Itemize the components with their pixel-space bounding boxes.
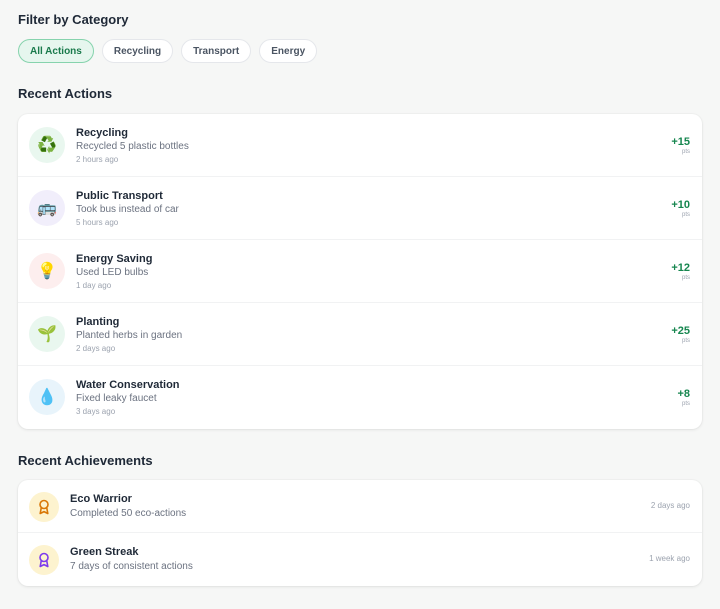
action-title: Planting	[76, 316, 120, 328]
achievement-time: 2 days ago	[650, 501, 690, 510]
achievement-description: 7 days of consistent actions	[70, 561, 193, 572]
lightbulb-icon: 💡	[29, 253, 65, 289]
points-unit: pts	[681, 401, 690, 407]
action-item-recycling[interactable]: ♻️ Recycling Recycled 5 plastic bottles …	[18, 114, 702, 177]
recent-achievements-list: Eco Warrior Completed 50 eco-actions 2 d…	[18, 480, 702, 586]
points-unit: pts	[681, 275, 690, 281]
bus-icon: 🚌	[29, 190, 65, 226]
achievement-item-green-streak[interactable]: Green Streak 7 days of consistent action…	[18, 533, 702, 586]
action-time: 3 days ago	[76, 407, 116, 416]
achievement-time: 1 week ago	[649, 554, 690, 563]
points-value: +25	[671, 325, 690, 337]
achievement-title: Eco Warrior	[70, 493, 132, 505]
achievement-description: Completed 50 eco-actions	[70, 508, 187, 519]
action-item-planting[interactable]: 🌱 Planting Planted herbs in garden 2 day…	[18, 303, 702, 366]
action-description: Used LED bulbs	[76, 267, 149, 278]
action-title: Water Conservation	[76, 379, 180, 391]
points-badge: +10 pts	[671, 199, 690, 219]
action-title: Recycling	[76, 127, 128, 139]
seedling-icon: 🌱	[29, 316, 65, 352]
action-time: 2 hours ago	[76, 155, 119, 164]
action-title: Energy Saving	[76, 253, 153, 265]
action-description: Took bus instead of car	[76, 204, 179, 215]
points-badge: +25 pts	[671, 325, 690, 345]
recent-achievements-heading: Recent Achievements	[18, 453, 153, 468]
action-time: 1 day ago	[76, 281, 112, 290]
action-title: Public Transport	[76, 190, 163, 202]
achievement-title: Green Streak	[70, 546, 139, 558]
action-description: Recycled 5 plastic bottles	[76, 141, 189, 152]
filter-chip-all-actions[interactable]: All Actions	[18, 39, 94, 63]
points-badge: +15 pts	[671, 136, 690, 156]
points-unit: pts	[681, 212, 690, 218]
action-item-water-conservation[interactable]: 💧 Water Conservation Fixed leaky faucet …	[18, 366, 702, 429]
action-time: 5 hours ago	[76, 218, 119, 227]
recent-actions-heading: Recent Actions	[18, 86, 113, 101]
points-unit: pts	[681, 338, 690, 344]
points-value: +10	[671, 199, 690, 211]
points-value: +15	[671, 136, 690, 148]
recent-actions-list: ♻️ Recycling Recycled 5 plastic bottles …	[18, 114, 702, 429]
achievement-item-eco-warrior[interactable]: Eco Warrior Completed 50 eco-actions 2 d…	[18, 480, 702, 533]
action-item-energy-saving[interactable]: 💡 Energy Saving Used LED bulbs 1 day ago…	[18, 240, 702, 303]
award-icon	[29, 492, 59, 522]
filter-heading: Filter by Category	[18, 12, 129, 27]
action-description: Planted herbs in garden	[76, 330, 183, 341]
points-badge: +12 pts	[671, 262, 690, 282]
points-value: +8	[677, 388, 690, 400]
category-filter-bar: All Actions Recycling Transport Energy	[18, 39, 318, 63]
filter-chip-energy[interactable]: Energy	[259, 39, 318, 63]
action-time: 2 days ago	[76, 344, 116, 353]
water-drop-icon: 💧	[29, 379, 65, 415]
points-value: +12	[671, 262, 690, 274]
award-icon	[29, 545, 59, 575]
points-unit: pts	[681, 149, 690, 155]
filter-chip-recycling[interactable]: Recycling	[101, 39, 174, 63]
action-description: Fixed leaky faucet	[76, 393, 157, 404]
points-badge: +8 pts	[677, 388, 690, 408]
recycle-icon: ♻️	[29, 127, 65, 163]
action-item-public-transport[interactable]: 🚌 Public Transport Took bus instead of c…	[18, 177, 702, 240]
filter-chip-transport[interactable]: Transport	[181, 39, 252, 63]
